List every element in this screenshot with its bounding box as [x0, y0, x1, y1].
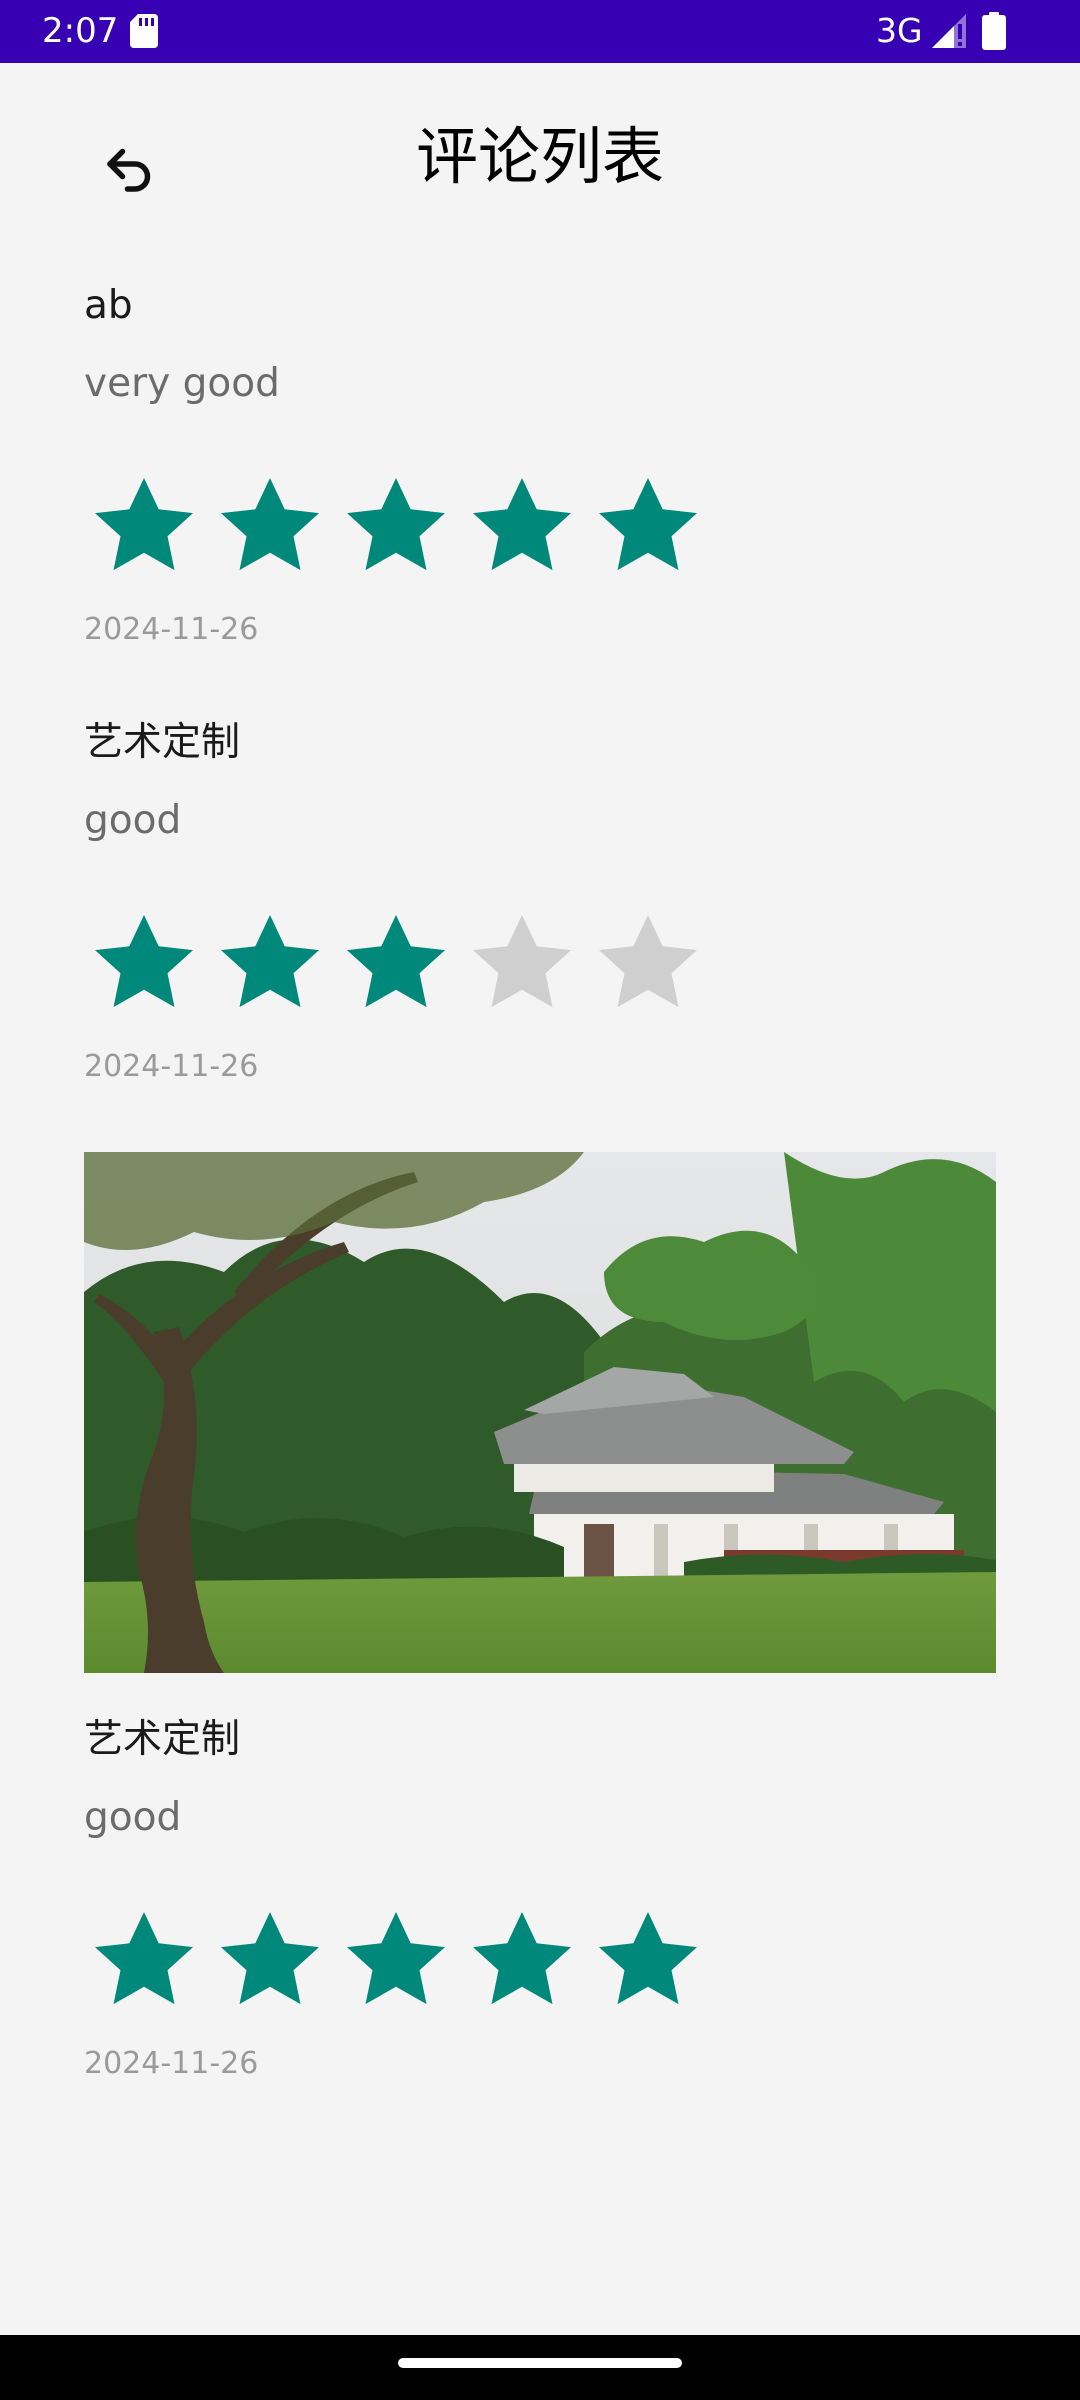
- star-filled-icon: [347, 1912, 445, 2005]
- review-item[interactable]: 艺术定制 good 2024-11-26: [84, 715, 996, 1084]
- network-type-label: 3G: [876, 11, 923, 50]
- page-title: 评论列表: [415, 120, 664, 193]
- review-title: ab: [84, 283, 133, 328]
- battery-icon: [982, 12, 1006, 50]
- review-date: 2024-11-26: [84, 612, 259, 647]
- star-filled-icon: [95, 478, 193, 571]
- review-date: 2024-11-26: [84, 2046, 259, 2081]
- review-item[interactable]: ab very good 2024-11-26: [84, 278, 996, 647]
- star-filled-icon: [347, 478, 445, 571]
- system-navigation-bar: [0, 2335, 1080, 2400]
- review-content: very good: [84, 361, 280, 406]
- review-photo[interactable]: [84, 1152, 996, 1673]
- star-filled-icon: [95, 915, 193, 1008]
- star-filled-icon: [599, 1912, 697, 2005]
- star-filled-icon: [221, 1912, 319, 2005]
- star-filled-icon: [599, 478, 697, 571]
- star-filled-icon: [221, 478, 319, 571]
- star-rating: [84, 905, 734, 1025]
- star-rating: [84, 468, 734, 588]
- review-content: good: [84, 1795, 182, 1840]
- star-filled-icon: [95, 1912, 193, 2005]
- review-date: 2024-11-26: [84, 1049, 259, 1084]
- star-empty-icon: [473, 915, 571, 1008]
- review-title: 艺术定制: [84, 720, 241, 765]
- status-time: 2:07: [42, 11, 119, 51]
- star-rating: [84, 1902, 734, 2022]
- star-filled-icon: [347, 915, 445, 1008]
- home-indicator[interactable]: [398, 2358, 682, 2368]
- star-filled-icon: [221, 915, 319, 1008]
- sd-card-icon: [130, 14, 158, 48]
- review-item[interactable]: 艺术定制 good 2024-11-26: [84, 1152, 996, 2081]
- star-filled-icon: [473, 1912, 571, 2005]
- star-filled-icon: [473, 478, 571, 571]
- star-empty-icon: [599, 915, 697, 1008]
- app-header: 评论列表: [0, 63, 1080, 248]
- review-title: 艺术定制: [84, 1717, 241, 1762]
- status-bar: 2:07 3G: [0, 0, 1080, 63]
- signal-icon: [932, 14, 966, 48]
- garden-pavilion-photo: [84, 1152, 996, 1673]
- review-content: good: [84, 798, 182, 843]
